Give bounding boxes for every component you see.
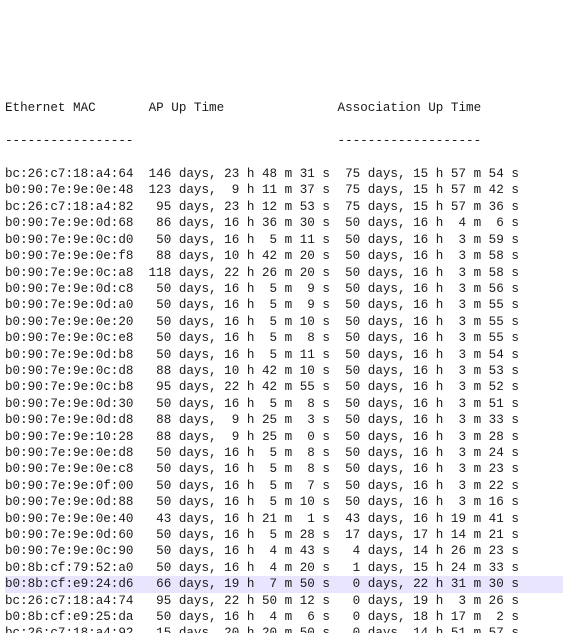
table-row: b0:90:7e:9e:0c:e8 50 days, 16 h 5 m 8 s …: [5, 330, 563, 346]
table-row: b0:90:7e:9e:0e:40 43 days, 16 h 21 m 1 s…: [5, 511, 563, 527]
table-row: b0:90:7e:9e:0f:00 50 days, 16 h 5 m 7 s …: [5, 478, 563, 494]
table-row: b0:90:7e:9e:0d:60 50 days, 16 h 5 m 28 s…: [5, 527, 563, 543]
table-row: b0:90:7e:9e:0d:b8 50 days, 16 h 5 m 11 s…: [5, 347, 563, 363]
table-row: b0:90:7e:9e:0c:d0 50 days, 16 h 5 m 11 s…: [5, 232, 563, 248]
table-row: b0:90:7e:9e:0c:a8 118 days, 22 h 26 m 20…: [5, 265, 563, 281]
table-row: b0:8b:cf:e9:25:da 50 days, 16 h 4 m 6 s …: [5, 609, 563, 625]
table-row: b0:90:7e:9e:0d:c8 50 days, 16 h 5 m 9 s …: [5, 281, 563, 297]
table-row: b0:90:7e:9e:0c:b8 95 days, 22 h 42 m 55 …: [5, 379, 563, 395]
table-row: b0:90:7e:9e:0d:68 86 days, 16 h 36 m 30 …: [5, 215, 563, 231]
table-row: bc:26:c7:18:a4:74 95 days, 22 h 50 m 12 …: [5, 593, 563, 609]
table-row: b0:8b:cf:e9:24:d6 66 days, 19 h 7 m 50 s…: [5, 576, 563, 592]
table-row: b0:90:7e:9e:0e:d8 50 days, 16 h 5 m 8 s …: [5, 445, 563, 461]
table-row: bc:26:c7:18:a4:64 146 days, 23 h 48 m 31…: [5, 166, 563, 182]
table-row: b0:90:7e:9e:0e:48 123 days, 9 h 11 m 37 …: [5, 182, 563, 198]
table-row: b0:90:7e:9e:0d:88 50 days, 16 h 5 m 10 s…: [5, 494, 563, 510]
table-row: b0:90:7e:9e:0d:a0 50 days, 16 h 5 m 9 s …: [5, 297, 563, 313]
table-body: bc:26:c7:18:a4:64 146 days, 23 h 48 m 31…: [5, 166, 563, 633]
table-row: b0:90:7e:9e:0d:30 50 days, 16 h 5 m 8 s …: [5, 396, 563, 412]
table-header-line: Ethernet MAC AP Up Time Association Up T…: [5, 100, 563, 116]
table-row: b0:90:7e:9e:0c:d8 88 days, 10 h 42 m 10 …: [5, 363, 563, 379]
table-row: bc:26:c7:18:a4:82 95 days, 23 h 12 m 53 …: [5, 199, 563, 215]
table-row: b0:90:7e:9e:0e:f8 88 days, 10 h 42 m 20 …: [5, 248, 563, 264]
table-row: b0:90:7e:9e:10:28 88 days, 9 h 25 m 0 s …: [5, 429, 563, 445]
table-row: b0:90:7e:9e:0c:90 50 days, 16 h 4 m 43 s…: [5, 543, 563, 559]
terminal-output: { "headers": { "mac": "Ethernet MAC", "a…: [0, 33, 563, 568]
table-row: b0:8b:cf:79:52:a0 50 days, 16 h 4 m 20 s…: [5, 560, 563, 576]
table-row: b0:90:7e:9e:0e:20 50 days, 16 h 5 m 10 s…: [5, 314, 563, 330]
table-separator-line: ----------------- -------------------: [5, 133, 563, 149]
table-row: b0:90:7e:9e:0e:c8 50 days, 16 h 5 m 8 s …: [5, 461, 563, 477]
table-row: b0:90:7e:9e:0d:d8 88 days, 9 h 25 m 3 s …: [5, 412, 563, 428]
table-row: bc:26:c7:18:a4:92 15 days, 20 h 20 m 50 …: [5, 625, 563, 633]
